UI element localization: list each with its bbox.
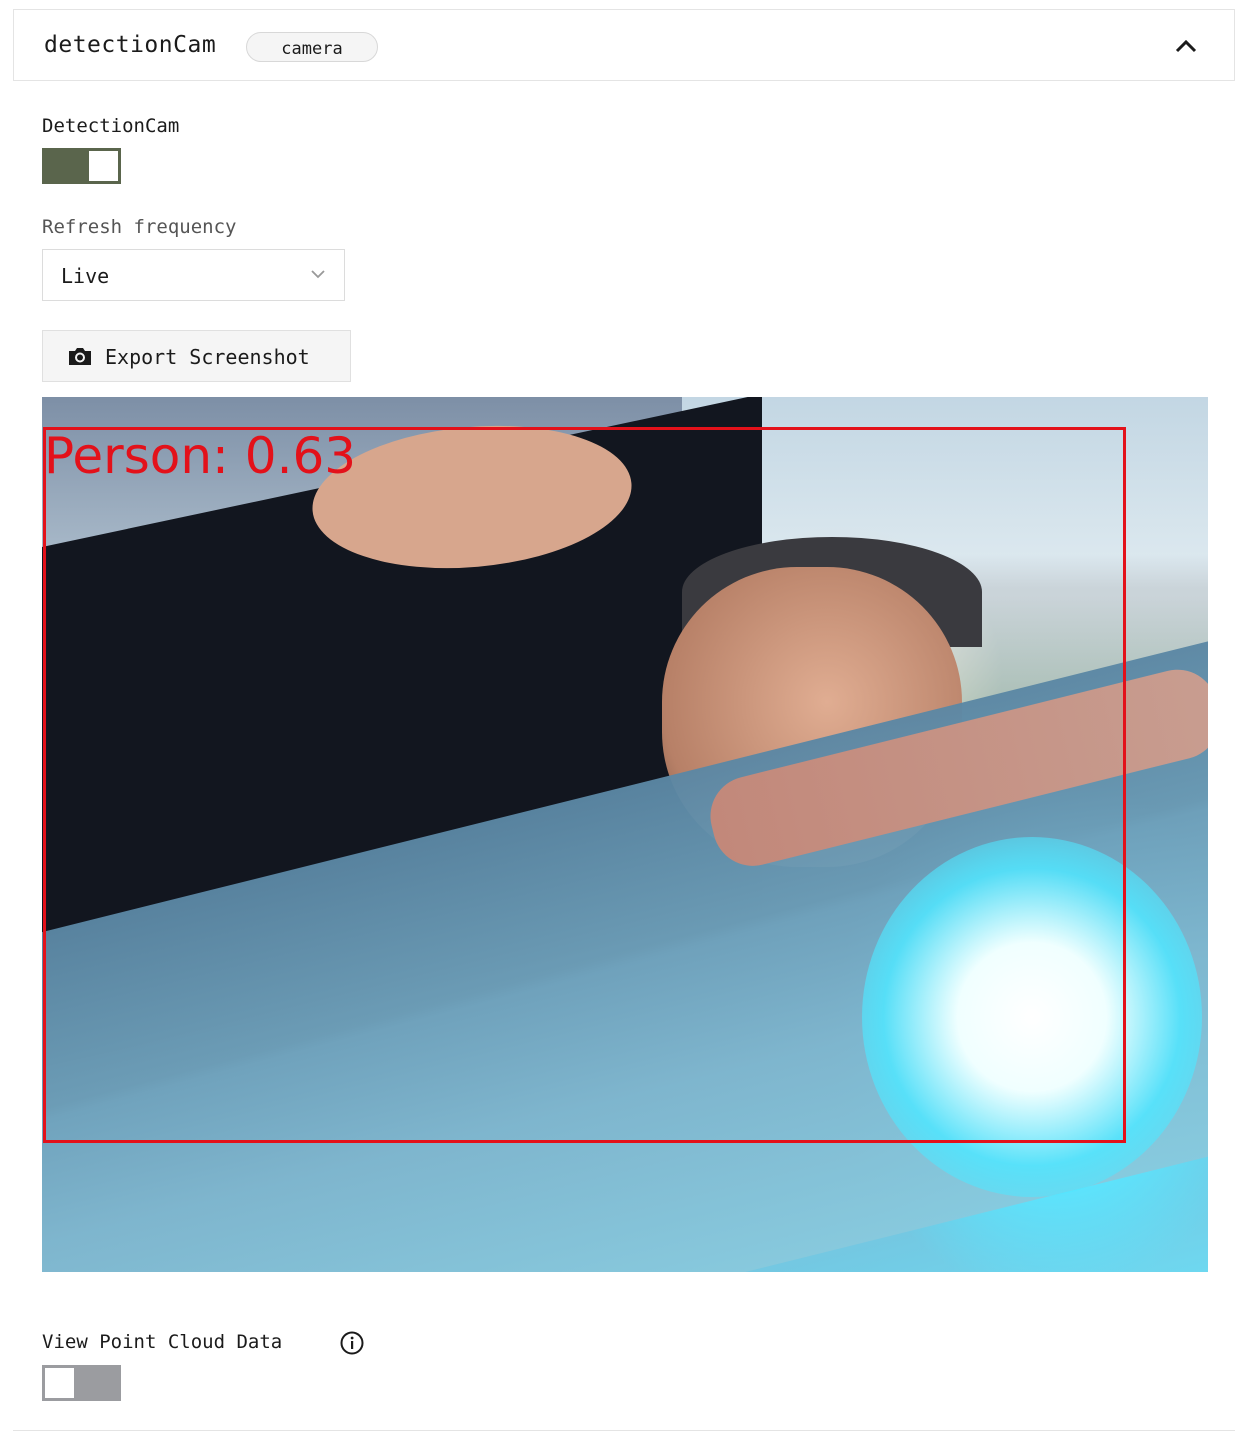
- selected-value: Live: [61, 264, 110, 288]
- export-screenshot-label: Export Screenshot: [105, 345, 310, 369]
- refresh-frequency-label: Refresh frequency: [42, 216, 237, 238]
- point-cloud-toggle[interactable]: [42, 1365, 121, 1401]
- camera-stream: Person: 0.63: [42, 397, 1208, 1272]
- toggle-knob: [45, 1368, 74, 1398]
- chevron-up-icon[interactable]: [1174, 36, 1198, 56]
- point-cloud-label: View Point Cloud Data: [42, 1331, 283, 1353]
- component-type-badge: camera: [246, 32, 378, 62]
- camera-card-header[interactable]: detectionCam camera: [13, 9, 1235, 81]
- divider: [13, 1430, 1235, 1431]
- component-name: detectionCam: [44, 32, 217, 58]
- stream-toggle-label: DetectionCam: [42, 115, 180, 137]
- chevron-down-icon: [311, 270, 325, 279]
- stream-toggle[interactable]: [42, 148, 121, 184]
- detection-bounding-box: [43, 427, 1126, 1143]
- info-icon[interactable]: [340, 1331, 364, 1355]
- export-screenshot-button[interactable]: Export Screenshot: [42, 330, 351, 382]
- detection-label: Person: 0.63: [44, 427, 357, 485]
- camera-icon: [69, 348, 91, 365]
- toggle-knob: [89, 151, 118, 181]
- refresh-frequency-select[interactable]: Live: [42, 249, 345, 301]
